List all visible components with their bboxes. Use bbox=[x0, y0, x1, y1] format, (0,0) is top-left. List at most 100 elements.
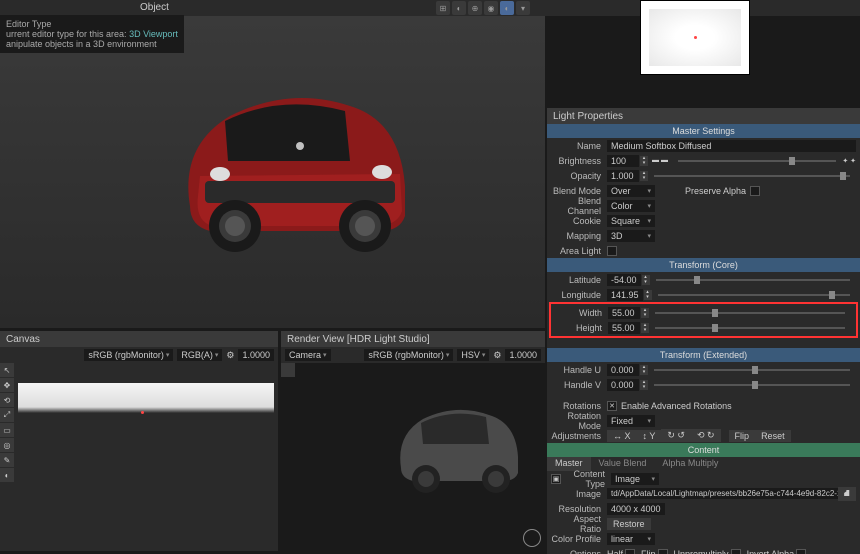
opacity-slider[interactable] bbox=[654, 175, 850, 177]
longitude-field[interactable]: 141.95 bbox=[607, 289, 643, 301]
canvas-channel-dropdown[interactable]: RGB(A)▾ bbox=[177, 349, 222, 361]
tab-alpha-multiply[interactable]: Alpha Multiply bbox=[654, 457, 726, 471]
blend-channel-dropdown[interactable]: Color▾ bbox=[607, 200, 655, 212]
flip-checkbox[interactable] bbox=[658, 549, 668, 554]
canvas-panel: Canvas sRGB (rgbMonitor)▾ RGB(A)▾ ⚙ 1.00… bbox=[0, 331, 278, 554]
preserve-alpha-checkbox[interactable] bbox=[750, 186, 760, 196]
canvas-title: Canvas bbox=[0, 331, 278, 347]
content-type-dropdown[interactable]: Image▾ bbox=[611, 473, 659, 485]
tool-move-icon[interactable]: ✥ bbox=[0, 378, 14, 392]
render-channel-dropdown[interactable]: HSV▾ bbox=[457, 349, 489, 361]
tooltip-link[interactable]: 3D Viewport bbox=[129, 29, 178, 39]
blend-mode-dropdown[interactable]: Over▾ bbox=[607, 185, 655, 197]
latitude-slider[interactable] bbox=[656, 279, 850, 281]
gear-icon[interactable]: ⚙ bbox=[226, 350, 234, 361]
adj-y-button[interactable]: ↕ Y bbox=[637, 430, 662, 442]
light-properties-panel: Light Properties Master Settings NameMed… bbox=[547, 108, 860, 554]
adj-x-button[interactable]: ↔ X bbox=[607, 430, 637, 442]
car-model-red bbox=[150, 66, 430, 266]
flip-button[interactable]: Flip bbox=[729, 430, 756, 442]
transform-extended-header[interactable]: Transform (Extended) bbox=[547, 348, 860, 362]
tool-misc-icon[interactable]: ◐ bbox=[0, 468, 14, 482]
canvas-viewport[interactable]: ↖ ✥ ⟲ ⤢ ▭ ◎ ✎ ◐ bbox=[0, 363, 278, 551]
color-profile-dropdown[interactable]: linear▾ bbox=[607, 533, 655, 545]
opacity-field[interactable]: 1.000 bbox=[607, 170, 639, 182]
handle-v-slider[interactable] bbox=[654, 384, 850, 386]
master-settings-header[interactable]: Master Settings bbox=[547, 124, 860, 138]
tool-target-icon[interactable]: ◎ bbox=[0, 438, 14, 452]
height-slider[interactable] bbox=[655, 327, 845, 329]
adj-rot2-button[interactable]: ⟲ ↻ bbox=[691, 429, 721, 442]
viewport-3d[interactable] bbox=[0, 16, 545, 328]
toolbar-icon-4[interactable]: ◉ bbox=[484, 1, 498, 15]
object-mode-label[interactable]: Object bbox=[140, 2, 169, 13]
editor-type-tooltip: Editor Type urrent editor type for this … bbox=[0, 15, 184, 53]
toolbar-icon-2[interactable]: ◐ bbox=[452, 1, 466, 15]
toolbar-icon-1[interactable]: ⊞ bbox=[436, 1, 450, 15]
brightness-slider[interactable] bbox=[678, 160, 836, 162]
render-panel: Render View [HDR Light Studio] Camera▾ s… bbox=[281, 331, 545, 554]
name-field[interactable]: Medium Softbox Diffused bbox=[607, 140, 856, 152]
content-type-link-checkbox[interactable]: ▣ bbox=[551, 474, 561, 484]
width-slider[interactable] bbox=[655, 312, 845, 314]
hdri-map bbox=[18, 383, 274, 443]
tool-rotate-icon[interactable]: ⟲ bbox=[0, 393, 14, 407]
tool-pointer-icon[interactable]: ↖ bbox=[0, 363, 14, 377]
content-header[interactable]: Content bbox=[547, 443, 860, 457]
handle-u-field[interactable]: 0.000 bbox=[607, 364, 639, 376]
brightness-field[interactable]: 100 bbox=[607, 155, 639, 167]
sun-icon[interactable] bbox=[523, 529, 541, 547]
render-camera-dropdown[interactable]: Camera▾ bbox=[285, 349, 331, 361]
rotation-mode-dropdown[interactable]: Fixed▾ bbox=[607, 415, 655, 427]
render-title: Render View [HDR Light Studio] bbox=[281, 331, 545, 347]
toolbar-icon-3[interactable]: ⊕ bbox=[468, 1, 482, 15]
opacity-spinner[interactable]: ▴▾ bbox=[640, 171, 648, 181]
invert-alpha-checkbox[interactable] bbox=[796, 549, 806, 554]
car-model-gray bbox=[381, 393, 531, 503]
render-controls: Camera▾ sRGB (rgbMonitor)▾ HSV▾ ⚙ 1.0000 bbox=[281, 347, 545, 363]
handle-u-spinner[interactable]: ▴▾ bbox=[640, 365, 648, 375]
tool-brush-icon[interactable]: ✎ bbox=[0, 453, 14, 467]
tooltip-title: Editor Type bbox=[6, 19, 178, 29]
adj-rot1-button[interactable]: ↻ ↺ bbox=[661, 429, 691, 442]
cookie-dropdown[interactable]: Square▾ bbox=[607, 215, 655, 227]
tool-scale-icon[interactable]: ⤢ bbox=[0, 408, 14, 422]
transform-core-header[interactable]: Transform (Core) bbox=[547, 258, 860, 272]
render-tool-icon[interactable] bbox=[281, 363, 295, 377]
render-viewport[interactable] bbox=[281, 363, 545, 551]
tool-rect-icon[interactable]: ▭ bbox=[0, 423, 14, 437]
area-light-checkbox[interactable] bbox=[607, 246, 617, 256]
image-path-field[interactable]: td/AppData/Local/Lightmap/presets/bb26e7… bbox=[607, 488, 838, 499]
reset-button[interactable]: Reset bbox=[755, 430, 791, 442]
width-field[interactable]: 55.00 bbox=[608, 307, 640, 319]
longitude-slider[interactable] bbox=[658, 294, 850, 296]
handle-v-spinner[interactable]: ▴▾ bbox=[640, 380, 648, 390]
mapping-dropdown[interactable]: 3D▾ bbox=[607, 230, 655, 242]
height-spinner[interactable]: ▴▾ bbox=[641, 323, 649, 333]
render-colorspace-dropdown[interactable]: sRGB (rgbMonitor)▾ bbox=[364, 349, 453, 361]
rotations-checkbox[interactable]: ✕ bbox=[607, 401, 617, 411]
height-field[interactable]: 55.00 bbox=[608, 322, 640, 334]
canvas-colorspace-dropdown[interactable]: sRGB (rgbMonitor)▾ bbox=[84, 349, 173, 361]
latitude-spinner[interactable]: ▴▾ bbox=[642, 275, 650, 285]
resolution-value: 4000 x 4000 bbox=[607, 503, 665, 515]
half-checkbox[interactable] bbox=[625, 549, 635, 554]
latitude-field[interactable]: -54.00 bbox=[607, 274, 641, 286]
handle-u-slider[interactable] bbox=[654, 369, 850, 371]
render-zoom[interactable]: 1.0000 bbox=[505, 349, 541, 361]
longitude-spinner[interactable]: ▴▾ bbox=[644, 290, 652, 300]
canvas-zoom[interactable]: 1.0000 bbox=[238, 349, 274, 361]
browse-icon[interactable]: ⛘ bbox=[838, 487, 856, 501]
toolbar-icon-5[interactable]: ◐ bbox=[500, 1, 514, 15]
restore-button[interactable]: Restore bbox=[607, 518, 651, 530]
gear-icon[interactable]: ⚙ bbox=[493, 350, 501, 361]
brightness-spinner[interactable]: ▴▾ bbox=[640, 156, 648, 166]
width-spinner[interactable]: ▴▾ bbox=[641, 308, 649, 318]
handle-v-field[interactable]: 0.000 bbox=[607, 379, 639, 391]
width-height-highlight: Width55.00▴▾ Height55.00▴▾ bbox=[549, 302, 858, 338]
unpremultiply-checkbox[interactable] bbox=[731, 549, 741, 554]
toolbar-icon-6[interactable]: ▾ bbox=[516, 1, 530, 15]
light-preview-thumb[interactable] bbox=[640, 0, 750, 75]
light-properties-header: Light Properties bbox=[547, 108, 860, 124]
canvas-controls: sRGB (rgbMonitor)▾ RGB(A)▾ ⚙ 1.0000 bbox=[0, 347, 278, 363]
